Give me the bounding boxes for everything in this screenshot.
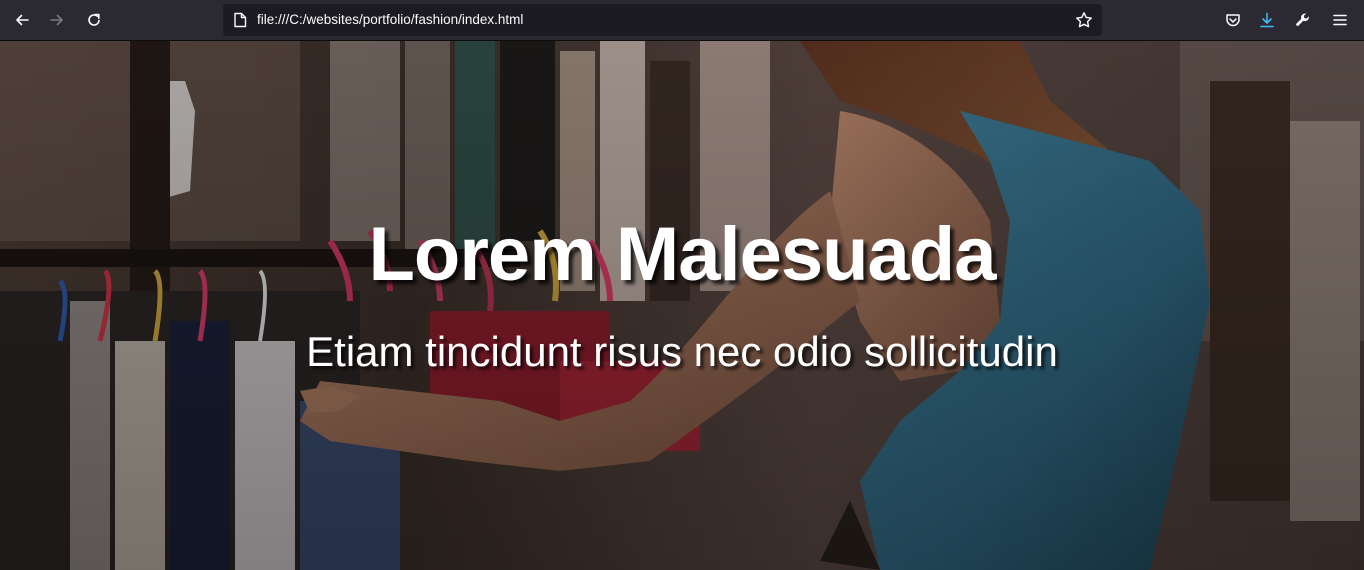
pocket-icon xyxy=(1226,14,1240,27)
page-icon xyxy=(234,12,247,28)
address-bar[interactable]: file:///C:/websites/portfolio/fashion/in… xyxy=(223,4,1102,36)
reload-button[interactable] xyxy=(80,6,108,34)
browser-toolbar: file:///C:/websites/portfolio/fashion/in… xyxy=(0,0,1364,41)
pocket-button[interactable] xyxy=(1219,6,1247,34)
hero-title: Lorem Malesuada xyxy=(368,212,997,297)
star-icon[interactable] xyxy=(1075,11,1093,29)
menu-button[interactable] xyxy=(1326,6,1354,34)
customize-button[interactable] xyxy=(1289,6,1317,34)
arrow-right-icon xyxy=(50,14,63,26)
download-icon xyxy=(1260,12,1274,28)
arrow-left-icon xyxy=(16,14,29,26)
url-text[interactable]: file:///C:/websites/portfolio/fashion/in… xyxy=(257,12,523,27)
back-button[interactable] xyxy=(8,6,36,34)
forward-button[interactable] xyxy=(43,6,71,34)
reload-icon xyxy=(88,13,100,26)
hero-section: Lorem Malesuada Etiam tincidunt risus ne… xyxy=(0,41,1364,570)
hero-subtitle: Etiam tincidunt risus nec odio sollicitu… xyxy=(306,328,1058,375)
hero-background-image xyxy=(0,41,1364,570)
downloads-button[interactable] xyxy=(1253,6,1281,34)
wrench-icon xyxy=(1296,13,1309,26)
hamburger-menu-icon xyxy=(1333,14,1347,26)
